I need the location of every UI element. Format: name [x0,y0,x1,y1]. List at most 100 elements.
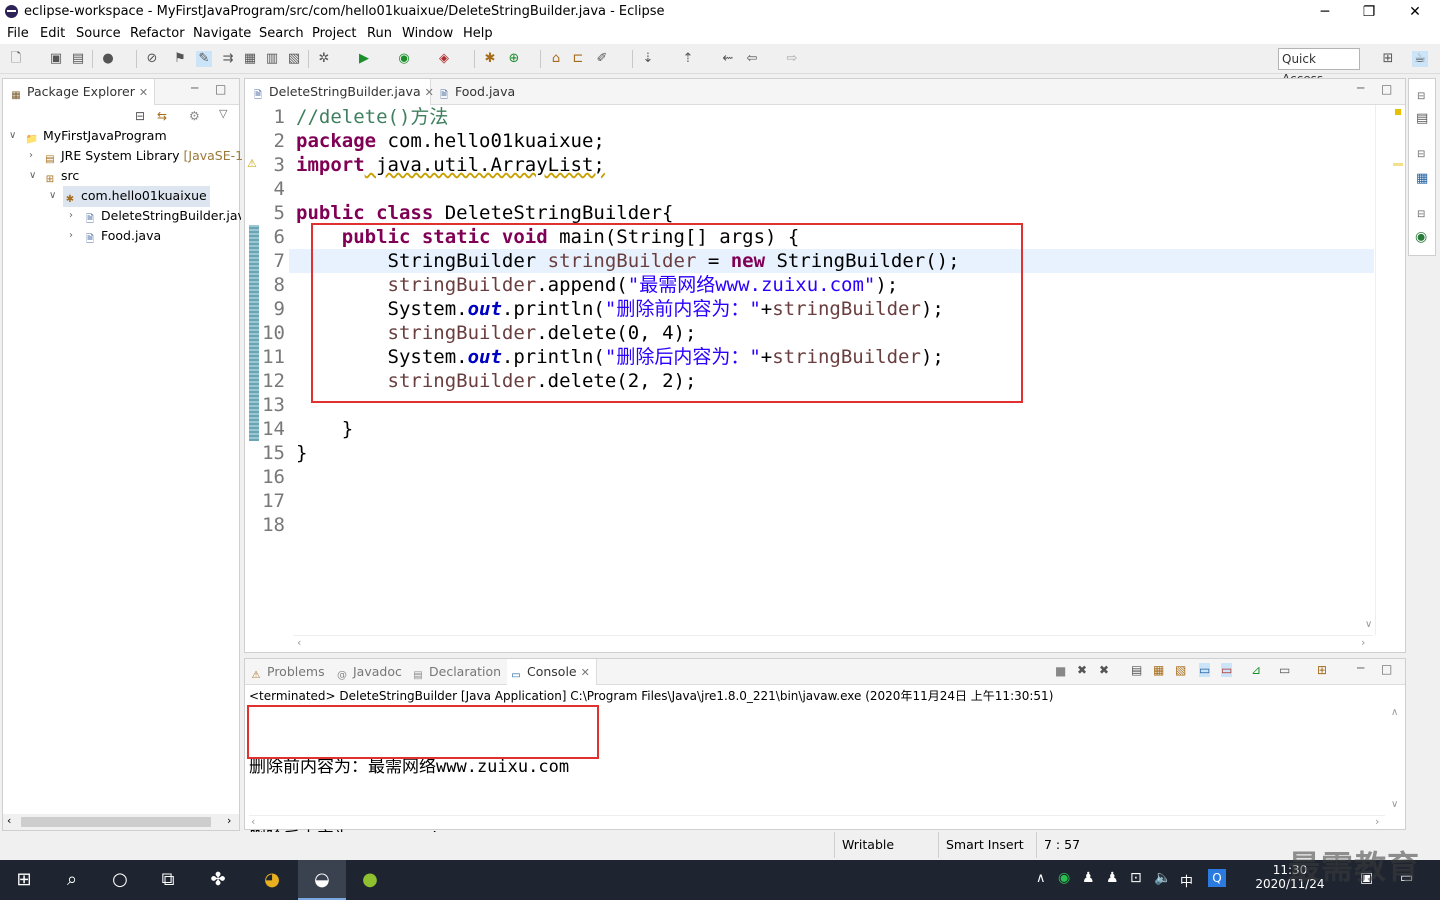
open-console-icon[interactable]: ⊞ [1317,663,1327,677]
tab-console[interactable]: ▭ Console ✕ [507,659,597,685]
overview-warning-marker[interactable] [1395,109,1401,115]
menu-search[interactable]: Search [259,26,304,41]
green-app-icon[interactable]: ● [346,860,394,900]
word-wrap-icon[interactable]: ▧ [1175,663,1186,677]
skip-breakpoints-icon[interactable]: ⊘ [144,51,160,67]
chrome-icon[interactable]: ◕ [248,860,296,900]
git-repo-icon[interactable]: ◉ [1415,229,1427,245]
close-icon[interactable]: ✕ [139,86,148,99]
wechat-icon[interactable]: ◉ [1058,870,1070,886]
network-icon[interactable]: ⊡ [1130,870,1142,886]
scroll-right-icon[interactable]: › [227,814,231,827]
debug-icon[interactable]: ✲ [316,51,332,67]
scroll-thumb[interactable] [21,817,211,827]
eclipse-taskbar-icon[interactable]: ◒ [298,860,346,900]
prev-annotation-icon[interactable]: ⇡ [680,51,696,67]
menu-project[interactable]: Project [312,26,356,41]
show-stdout-icon[interactable]: ▭ [1199,663,1211,677]
menu-help[interactable]: Help [463,26,493,41]
chevron-right-icon[interactable]: › [69,206,73,226]
tab-javadoc[interactable]: @ Javadoc [335,659,407,685]
overview-marker[interactable] [1393,163,1403,166]
pinwheel-app-icon[interactable]: ✤ [194,860,242,900]
volume-icon[interactable]: 🔈 [1154,870,1171,886]
menu-run[interactable]: Run [367,26,392,41]
start-menu-icon[interactable]: ⊞ [0,860,48,900]
tab-food[interactable]: 🗎 Food.java [437,79,527,105]
code-line-14[interactable]: } [296,417,353,441]
qq-icon[interactable]: ♟ [1106,870,1119,886]
outline-icon[interactable]: ▦ [1416,171,1428,186]
next-annotation-icon[interactable]: ⇣ [640,51,656,67]
tree-jre[interactable]: › ▤ JRE System Library [JavaSE-1. [29,146,247,166]
view-menu-icon[interactable]: ▽ [219,107,227,120]
menu-window[interactable]: Window [402,26,453,41]
minimize-button[interactable]: ─ [1313,2,1337,22]
maximize-icon[interactable]: □ [1381,662,1392,676]
scroll-up-icon[interactable]: ∧ [1391,707,1398,718]
tree-src[interactable]: ∨ ⊞ src [29,166,79,186]
cortana-icon[interactable]: ○ [96,860,144,900]
clear-console-icon[interactable]: ▤ [1131,663,1142,677]
tree-project[interactable]: ∨ 📁 MyFirstJavaProgram [9,126,167,146]
qq-icon[interactable]: ♟ [1082,870,1095,886]
java-perspective-icon[interactable]: ☕ [1412,51,1428,67]
last-edit-icon[interactable]: ⇜ [720,51,736,67]
link-editor-icon[interactable]: ⇆ [157,109,167,123]
collapse-all-icon[interactable]: ⊟ [135,109,145,123]
new-java-class-icon[interactable]: ⊕ [506,51,522,67]
scroll-down-icon[interactable]: ∨ [1365,619,1372,630]
scroll-left-icon[interactable]: ‹ [251,815,255,828]
minimize-icon[interactable]: ─ [191,81,198,95]
menu-navigate[interactable]: Navigate [193,26,251,41]
scroll-down-icon[interactable]: ∨ [1391,799,1398,810]
tree-package[interactable]: ∨ ✱ com.hello01kuaixue [49,186,210,207]
console-horizontal-scrollbar[interactable]: ‹ › [249,815,1385,829]
git-icon[interactable]: ● [100,51,116,67]
close-icon[interactable]: ✕ [425,86,434,99]
close-icon[interactable]: ✕ [581,666,590,679]
scroll-lock-icon[interactable]: ▦ [1153,663,1164,677]
save-icon[interactable]: ▣ [48,51,64,67]
show-stderr-icon[interactable]: ▭ [1221,663,1233,677]
chevron-down-icon[interactable]: ∨ [49,186,56,206]
minimize-icon[interactable]: ─ [1357,661,1364,675]
ime-indicator[interactable]: 中 [1180,871,1193,890]
tree-file-food[interactable]: › 🗎 Food.java [69,226,161,246]
code-line-3[interactable]: import java.util.ArrayList; [296,153,605,177]
chevron-right-icon[interactable]: › [69,226,73,246]
tab-problems[interactable]: ⚠ Problems [249,659,333,685]
open-type-icon[interactable]: ⚑ [172,51,188,67]
restore-icon[interactable]: ⊟ [1417,149,1425,160]
scroll-left-icon[interactable]: ‹ [297,636,301,649]
new-java-package-icon[interactable]: ✱ [482,51,498,67]
display-console-icon[interactable]: ▭ [1279,663,1290,677]
code-line-2[interactable]: package com.hello01kuaixue; [296,129,605,153]
task-view-icon[interactable]: ⧉ [144,860,192,900]
menu-edit[interactable]: Edit [40,26,65,41]
code-line-1[interactable]: //delete()方法 [296,105,448,129]
menu-source[interactable]: Source [76,26,121,41]
scroll-right-icon[interactable]: › [1375,815,1379,828]
search-icon[interactable]: ⌕ [48,860,96,900]
close-button[interactable]: ✕ [1403,2,1427,22]
input-method-icon[interactable]: Q [1208,869,1226,887]
restore-icon[interactable]: ⊟ [1417,209,1425,220]
task-list-icon[interactable]: ▤ [1416,111,1428,126]
open-task-icon[interactable]: ⊏ [570,51,586,67]
external-tools-icon[interactable]: ◈ [436,51,452,67]
code-line-5[interactable]: public class DeleteStringBuilder{ [296,201,674,225]
tab-package-explorer[interactable]: ▦ Package Explorer ✕ [3,79,155,105]
new-icon[interactable]: 🗋 [8,51,24,67]
back-icon[interactable]: ⇦ [744,51,760,67]
filter-icon[interactable]: ⚙ [189,109,200,123]
search-icon[interactable]: ✐ [594,51,610,67]
chevron-down-icon[interactable]: ∨ [29,166,36,186]
quick-access-input[interactable]: Quick Access [1278,48,1360,86]
horizontal-scrollbar[interactable]: ‹ › [3,814,239,830]
mark-occurrences-icon[interactable]: ✎ [196,51,212,67]
menu-file[interactable]: File [7,26,29,41]
scroll-left-icon[interactable]: ‹ [7,814,11,827]
show-whitespace-icon[interactable]: ▥ [264,51,280,67]
open-perspective-icon[interactable]: ⊞ [1380,51,1396,67]
